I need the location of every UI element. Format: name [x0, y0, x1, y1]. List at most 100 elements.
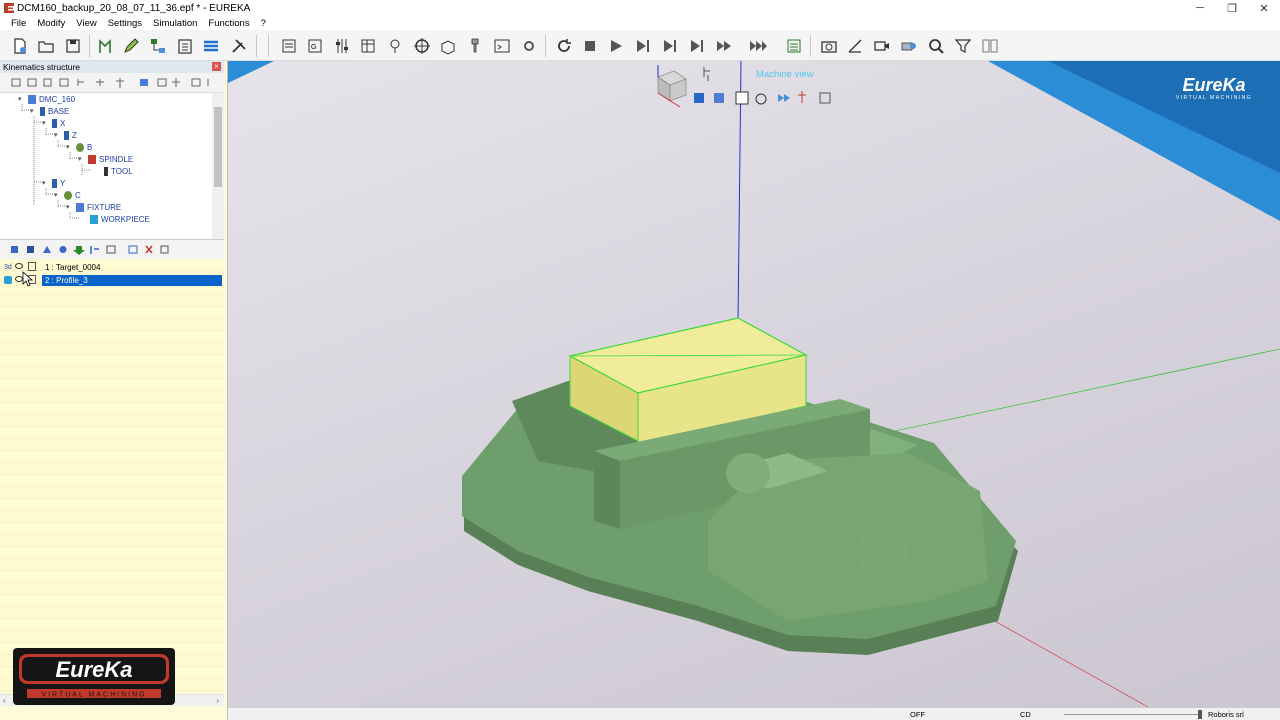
tree-item-b[interactable]: ▾ B	[66, 141, 92, 153]
tree-item-x[interactable]: ▾ X	[42, 117, 65, 129]
kinematics-toolbar	[0, 73, 224, 93]
probe-icon[interactable]	[385, 36, 405, 56]
menu-file[interactable]: File	[11, 18, 26, 29]
fit-view-icon[interactable]	[735, 91, 749, 105]
reset-icon[interactable]	[554, 36, 574, 56]
menu-view[interactable]: View	[76, 18, 96, 29]
operations-list: 3d 1 : Target_0004 2 : Profile_3	[0, 259, 224, 699]
status-bar: OFF CD Roboris srl	[228, 707, 1280, 720]
target-icon[interactable]	[412, 36, 432, 56]
lock-icon[interactable]	[28, 262, 36, 271]
edit-pencil-icon[interactable]	[121, 36, 141, 56]
3d-badge: 3d	[4, 263, 12, 271]
section-view-icon[interactable]	[819, 92, 831, 104]
report-icon[interactable]	[279, 36, 299, 56]
step-forward-icon[interactable]	[633, 36, 653, 56]
tree-item-tool[interactable]: TOOL	[104, 165, 133, 177]
tree-item-spindle[interactable]: ▾ SPINDLE	[78, 153, 133, 165]
tree-item-z[interactable]: ▾ Z	[54, 129, 77, 141]
title-bar: DCM160_backup_20_08_07_11_36.epf * - EUR…	[0, 0, 1280, 16]
compare-icon[interactable]	[980, 36, 1000, 56]
collision-icon[interactable]	[899, 36, 919, 56]
stop-icon[interactable]	[580, 36, 600, 56]
save-icon[interactable]	[63, 36, 83, 56]
rotate-view-icon[interactable]	[778, 94, 790, 102]
menu-bar: File Modify View Settings Simulation Fun…	[0, 16, 1280, 30]
left-panel: Kinematics structure × ▾ DMC_160 ▾ BASE ▾ X…	[0, 61, 228, 720]
speed-slider-handle[interactable]	[1198, 710, 1202, 719]
3d-viewport[interactable]: Machine view EureKa VIRTUAL MACHINING	[228, 61, 1280, 707]
video-icon[interactable]	[872, 36, 892, 56]
window-title: DCM160_backup_20_08_07_11_36.epf * - EUR…	[17, 2, 251, 14]
view-mode-label: Machine view	[756, 69, 814, 80]
tree-item-workpiece[interactable]: WORKPIECE	[90, 213, 150, 225]
scroll-left-icon[interactable]: ‹	[3, 696, 6, 705]
measure-icon[interactable]	[845, 36, 865, 56]
new-project-icon[interactable]	[10, 36, 30, 56]
sliders-icon[interactable]	[332, 36, 352, 56]
gcode-icon[interactable]: G	[305, 36, 325, 56]
panel-close-icon[interactable]: ×	[212, 62, 221, 71]
operation-label: 1 : Target_0004	[45, 262, 101, 272]
status-off: OFF	[910, 710, 925, 719]
kinematics-panel-title: Kinematics structure	[3, 62, 80, 72]
open-folder-icon[interactable]	[36, 36, 56, 56]
vise-fixture	[462, 317, 1018, 655]
badge-subtitle: VIRTUAL MACHINING	[41, 692, 146, 699]
menu-settings[interactable]: Settings	[108, 18, 142, 29]
eureka-corner-logo: EureKa VIRTUAL MACHINING	[1176, 75, 1252, 101]
step-move-icon[interactable]	[687, 36, 707, 56]
menu-modify[interactable]: Modify	[37, 18, 65, 29]
eureka-app-icon	[4, 3, 14, 13]
tool-holder-icon[interactable]	[465, 36, 485, 56]
workpiece-icon[interactable]	[438, 36, 458, 56]
clipboard-icon[interactable]	[175, 36, 195, 56]
menu-functions[interactable]: Functions	[208, 18, 249, 29]
status-cd: CD	[1020, 710, 1031, 719]
play-icon[interactable]	[606, 36, 626, 56]
kinematics-icon[interactable]	[95, 36, 115, 56]
table-icon[interactable]	[358, 36, 378, 56]
scroll-right-icon[interactable]: ›	[216, 696, 219, 705]
scrollbar-thumb[interactable]	[214, 107, 222, 187]
tree-item-fixture[interactable]: ▾ FIXTURE	[66, 201, 121, 213]
filter-icon[interactable]	[953, 36, 973, 56]
tree-item-base[interactable]: ▾ BASE	[30, 105, 69, 117]
menu-help[interactable]: ?	[261, 18, 266, 29]
close-button[interactable]: ✕	[1248, 0, 1280, 16]
menu-simulation[interactable]: Simulation	[153, 18, 197, 29]
fast-forward-icon[interactable]	[714, 36, 734, 56]
tree-item-dmc-160[interactable]: ▾ DMC_160	[18, 93, 75, 105]
tools-icon[interactable]	[229, 36, 249, 56]
stack-layers-icon[interactable]	[201, 36, 221, 56]
badge-logo-text: EureKa	[55, 657, 132, 682]
fast-forward-end-icon[interactable]	[748, 36, 768, 56]
operation-type-icon	[4, 276, 12, 284]
camera-icon[interactable]	[819, 36, 839, 56]
tree-structure-icon[interactable]	[148, 36, 168, 56]
zoom-view-icon[interactable]	[755, 93, 767, 105]
visibility-eye-icon[interactable]	[15, 263, 23, 269]
settings-gear-icon[interactable]	[519, 36, 539, 56]
operations-toolbar	[0, 239, 224, 259]
tree-item-c[interactable]: ▾ C	[54, 189, 81, 201]
zoom-icon[interactable]	[926, 36, 946, 56]
minimize-button[interactable]: ─	[1184, 0, 1216, 16]
corner-logo-subtitle: VIRTUAL MACHINING	[1176, 95, 1252, 101]
mouse-cursor-icon	[22, 271, 34, 287]
eureka-logo-badge: EureKa VIRTUAL MACHINING	[13, 648, 175, 705]
console-icon[interactable]	[492, 36, 512, 56]
operation-label: 2 : Profile_3	[42, 274, 222, 286]
maximize-button[interactable]: ❐	[1216, 0, 1248, 16]
step-block-icon[interactable]	[660, 36, 680, 56]
tree-item-y[interactable]: ▾ Y	[42, 177, 65, 189]
front-view-icon[interactable]	[714, 93, 724, 103]
svg-text:G: G	[311, 44, 316, 51]
speed-slider-track[interactable]	[1064, 714, 1200, 715]
kinematics-panel-header: Kinematics structure ×	[0, 61, 224, 73]
pan-view-icon[interactable]	[798, 91, 806, 103]
checklist-icon[interactable]	[784, 36, 804, 56]
view-cube[interactable]	[657, 65, 687, 108]
iso-view-icon[interactable]	[694, 93, 704, 103]
main-toolbar: G	[0, 30, 1280, 61]
